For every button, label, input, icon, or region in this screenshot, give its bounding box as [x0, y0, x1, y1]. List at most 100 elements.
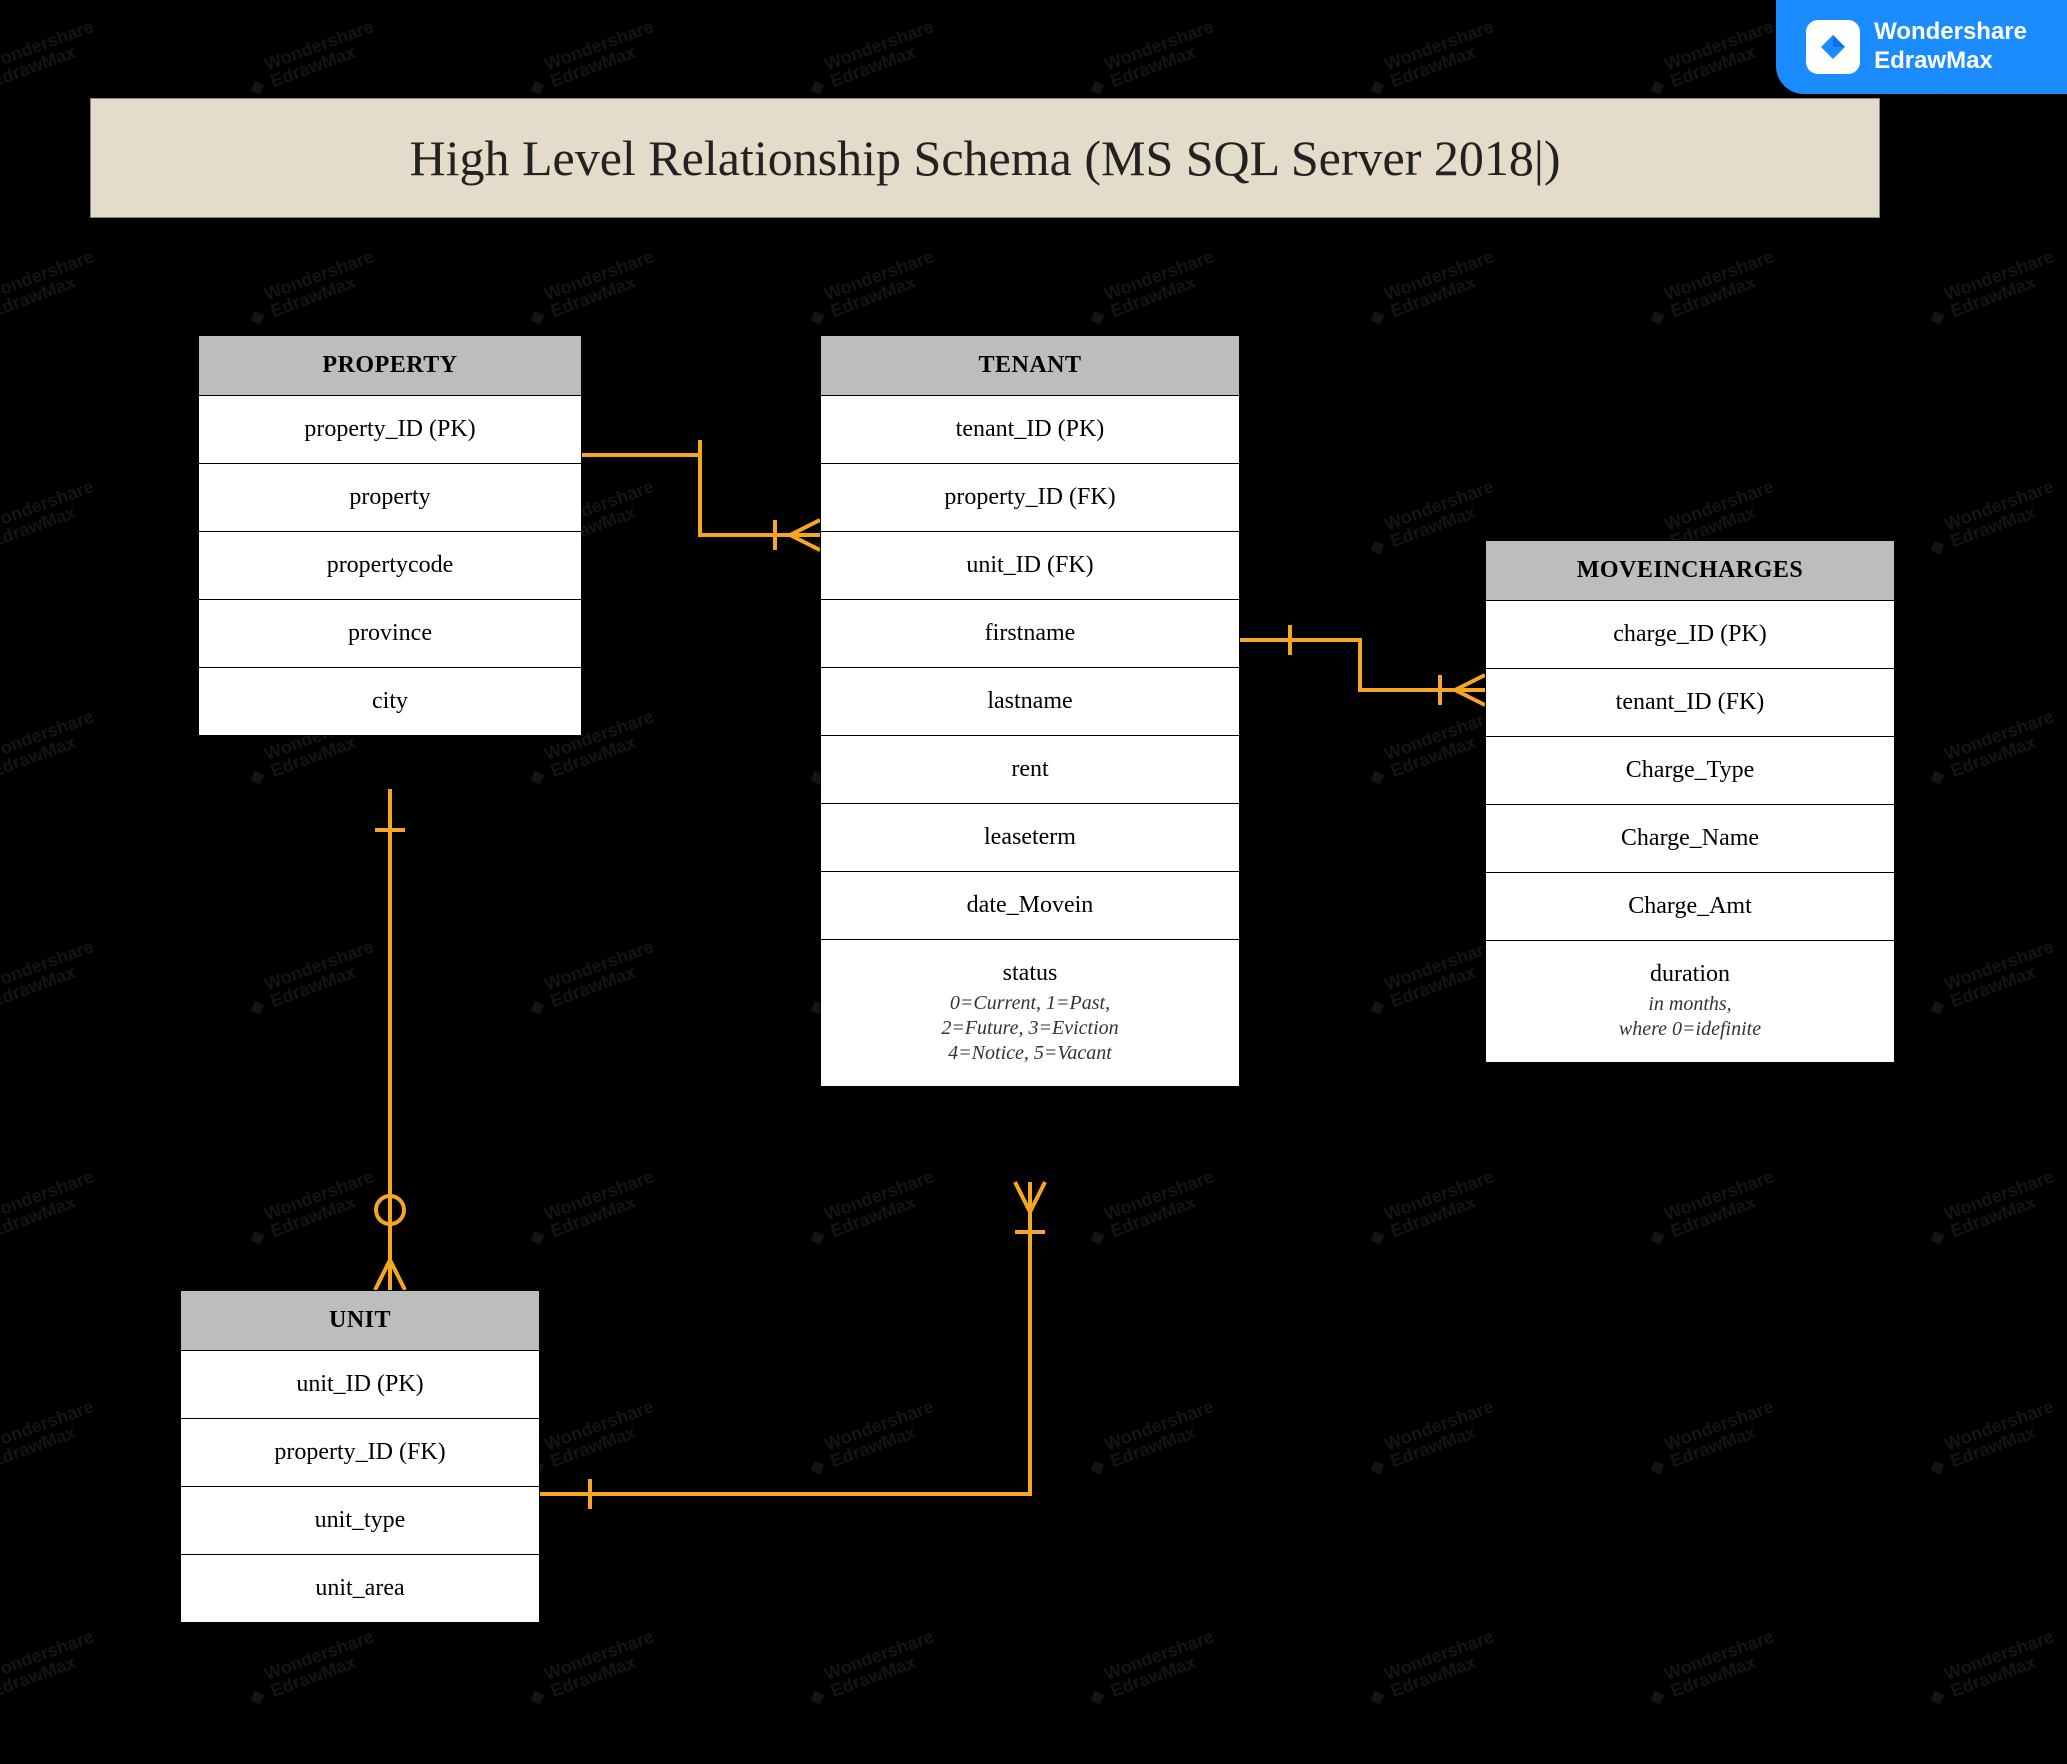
watermark-text: WondershareEdrawMax — [1918, 477, 2064, 562]
entity-property-header: PROPERTY — [199, 336, 581, 396]
watermark-text: WondershareEdrawMax — [1918, 937, 2064, 1022]
entity-row-text: unit_type — [315, 1507, 406, 1533]
entity-row-text: tenant_ID (FK) — [1616, 689, 1765, 715]
entity-moveincharges-row: Charge_Amt — [1486, 873, 1894, 941]
watermark-text: WondershareEdrawMax — [0, 247, 103, 332]
watermark-text: WondershareEdrawMax — [238, 937, 384, 1022]
entity-tenant-row: leaseterm — [821, 804, 1239, 872]
watermark-text: WondershareEdrawMax — [1918, 1627, 2064, 1712]
entity-moveincharges-row: Charge_Name — [1486, 805, 1894, 873]
entity-row-text: property — [349, 484, 430, 510]
watermark-text: WondershareEdrawMax — [1078, 17, 1224, 102]
entity-row-text: date_Movein — [967, 892, 1094, 918]
entity-row-text: firstname — [985, 620, 1076, 646]
entity-row-text: province — [348, 620, 432, 646]
watermark-text: WondershareEdrawMax — [1918, 707, 2064, 792]
entity-tenant-row: lastname — [821, 668, 1239, 736]
watermark-text: WondershareEdrawMax — [1078, 247, 1224, 332]
watermark-text: WondershareEdrawMax — [238, 1167, 384, 1252]
entity-row-text: property_ID (FK) — [274, 1439, 445, 1465]
entity-row-note: 0=Current, 1=Past,2=Future, 3=Eviction4=… — [831, 991, 1229, 1066]
watermark-text: WondershareEdrawMax — [0, 707, 103, 792]
entity-property-row: property_ID (PK) — [199, 396, 581, 464]
entity-unit: UNIT unit_ID (PK) property_ID (FK) unit_ty… — [180, 1290, 540, 1623]
watermark-text: WondershareEdrawMax — [798, 1167, 944, 1252]
watermark-text: WondershareEdrawMax — [798, 1397, 944, 1482]
watermark-text: WondershareEdrawMax — [518, 937, 664, 1022]
entity-row-text: propertycode — [327, 552, 454, 578]
badge-text: Wondershare EdrawMax — [1874, 18, 2027, 76]
entity-tenant: TENANT tenant_ID (PK) property_ID (FK) uni… — [820, 335, 1240, 1087]
watermark-text: WondershareEdrawMax — [1358, 477, 1504, 562]
watermark-text: WondershareEdrawMax — [798, 1627, 944, 1712]
entity-row-text: Charge_Type — [1626, 757, 1755, 783]
title-text: High Level Relationship Schema (MS SQL S… — [409, 129, 1560, 187]
watermark-text: WondershareEdrawMax — [1358, 247, 1504, 332]
badge-line2: EdrawMax — [1874, 47, 2027, 76]
watermark-text: WondershareEdrawMax — [238, 1627, 384, 1712]
entity-moveincharges: MOVEINCHARGES charge_ID (PK)tenant_ID (F… — [1485, 540, 1895, 1063]
entity-tenant-row: firstname — [821, 600, 1239, 668]
watermark-text: WondershareEdrawMax — [1638, 1397, 1784, 1482]
watermark-text: WondershareEdrawMax — [1358, 707, 1504, 792]
watermark-text: WondershareEdrawMax — [1638, 17, 1784, 102]
entity-tenant-row: property_ID (FK) — [821, 464, 1239, 532]
watermark-text: WondershareEdrawMax — [518, 1627, 664, 1712]
entity-row-text: status — [1003, 960, 1058, 986]
diagram-title: High Level Relationship Schema (MS SQL S… — [90, 98, 1880, 218]
watermark-text: WondershareEdrawMax — [0, 1397, 103, 1482]
entity-row-text: property_ID (PK) — [304, 416, 475, 442]
entity-row-text: lastname — [987, 688, 1072, 714]
entity-unit-row: property_ID (FK) — [181, 1419, 539, 1487]
watermark-text: WondershareEdrawMax — [1358, 1397, 1504, 1482]
watermark-text: WondershareEdrawMax — [238, 17, 384, 102]
watermark-text: WondershareEdrawMax — [1078, 1397, 1224, 1482]
entity-row-text: Charge_Amt — [1628, 893, 1752, 919]
watermark-text: WondershareEdrawMax — [798, 247, 944, 332]
watermark-text: WondershareEdrawMax — [1358, 937, 1504, 1022]
watermark-text: WondershareEdrawMax — [0, 1167, 103, 1252]
watermark-text: WondershareEdrawMax — [518, 17, 664, 102]
entity-unit-header: UNIT — [181, 1291, 539, 1351]
watermark-text: WondershareEdrawMax — [798, 17, 944, 102]
entity-unit-row: unit_area — [181, 1555, 539, 1622]
watermark-text: WondershareEdrawMax — [1918, 1167, 2064, 1252]
badge-line1: Wondershare — [1874, 18, 2027, 47]
watermark-text: WondershareEdrawMax — [1078, 1167, 1224, 1252]
watermark-text: WondershareEdrawMax — [1638, 247, 1784, 332]
watermark-text: WondershareEdrawMax — [0, 477, 103, 562]
entity-unit-row: unit_type — [181, 1487, 539, 1555]
entity-tenant-header: TENANT — [821, 336, 1239, 396]
edrawmax-logo-icon — [1806, 20, 1860, 74]
entity-row-text: unit_ID (PK) — [296, 1371, 423, 1397]
watermark-text: WondershareEdrawMax — [1358, 1627, 1504, 1712]
entity-row-text: duration — [1650, 961, 1730, 987]
watermark-text: WondershareEdrawMax — [1918, 1397, 2064, 1482]
watermark-text: WondershareEdrawMax — [0, 937, 103, 1022]
entity-row-text: city — [372, 688, 408, 714]
watermark-text: WondershareEdrawMax — [1638, 1627, 1784, 1712]
entity-row-text: rent — [1011, 756, 1048, 782]
entity-property-row: province — [199, 600, 581, 668]
watermark-text: WondershareEdrawMax — [0, 1627, 103, 1712]
entity-property: PROPERTY property_ID (PK) property propert… — [198, 335, 582, 736]
entity-row-text: unit_area — [315, 1575, 404, 1601]
entity-tenant-row: tenant_ID (PK) — [821, 396, 1239, 464]
entity-row-text: Charge_Name — [1621, 825, 1759, 851]
watermark-text: WondershareEdrawMax — [518, 1167, 664, 1252]
entity-property-row: propertycode — [199, 532, 581, 600]
entity-row-text: unit_ID (FK) — [966, 552, 1093, 578]
entity-moveincharges-row: Charge_Type — [1486, 737, 1894, 805]
entity-moveincharges-row: durationin months,where 0=idefinite — [1486, 941, 1894, 1062]
entity-tenant-row: rent — [821, 736, 1239, 804]
entity-row-text: property_ID (FK) — [944, 484, 1115, 510]
entity-property-row: city — [199, 668, 581, 735]
watermark-text: WondershareEdrawMax — [238, 247, 384, 332]
entity-row-text: leaseterm — [984, 824, 1076, 850]
watermark-text: WondershareEdrawMax — [1638, 1167, 1784, 1252]
entity-moveincharges-row: charge_ID (PK) — [1486, 601, 1894, 669]
watermark-text: WondershareEdrawMax — [0, 17, 103, 102]
watermark-text: WondershareEdrawMax — [1358, 1167, 1504, 1252]
watermark-text: WondershareEdrawMax — [1358, 17, 1504, 102]
entity-row-text: tenant_ID (PK) — [956, 416, 1105, 442]
